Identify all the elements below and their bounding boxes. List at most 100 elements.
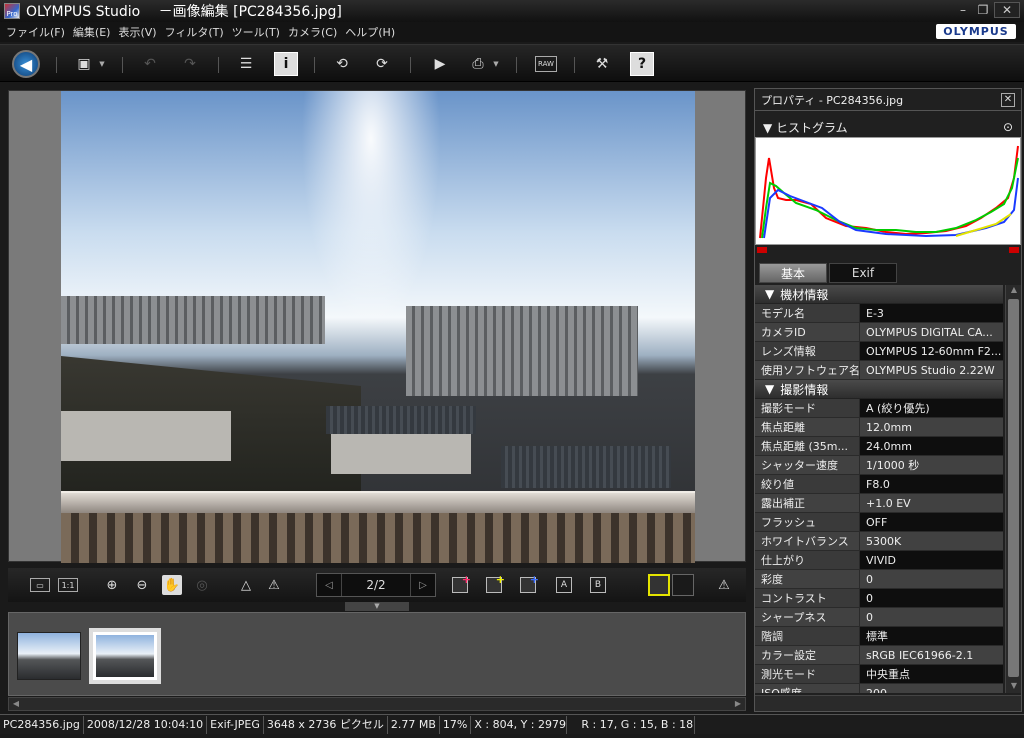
property-row[interactable]: 焦点距離 12.0mm xyxy=(755,418,1003,437)
panel-close-icon[interactable]: ✕ xyxy=(1001,92,1015,107)
histogram-green xyxy=(761,157,1019,239)
highlight-warning-icon[interactable]: △ xyxy=(236,575,256,595)
property-row[interactable]: シャッター速度 1/1000 秒 xyxy=(755,456,1003,475)
undo-icon[interactable]: ↶ xyxy=(138,52,162,76)
toolbar-separator xyxy=(410,57,411,73)
property-row[interactable]: 階調 標準 xyxy=(755,627,1003,646)
group-title: 機材情報 xyxy=(780,287,829,302)
menu-edit[interactable]: 編集(E) xyxy=(73,24,111,40)
thumbnail-1[interactable] xyxy=(17,632,81,680)
menu-help[interactable]: ヘルプ(H) xyxy=(345,24,395,40)
loupe-icon[interactable]: ◎ xyxy=(192,575,212,595)
property-row[interactable]: レンズ情報 OLYMPUS 12-60mm F2... xyxy=(755,342,1003,361)
raw-development-icon[interactable]: RAW xyxy=(535,56,557,72)
compare-b-button[interactable]: B xyxy=(590,577,606,593)
property-key: ホワイトバランス xyxy=(755,532,859,550)
menu-tools[interactable]: ツール(T) xyxy=(232,24,280,40)
scroll-left-arrow[interactable]: ◀ xyxy=(9,698,23,710)
mark-blue-icon[interactable]: + xyxy=(520,573,539,593)
previous-image-button[interactable]: ◁ xyxy=(317,580,341,591)
property-row[interactable]: 撮影モード A (絞り優先) xyxy=(755,399,1003,418)
property-row[interactable]: 使用ソフトウェア名 OLYMPUS Studio 2.22W xyxy=(755,361,1003,380)
property-value: A (絞り優先) xyxy=(859,399,1003,417)
property-row[interactable]: 彩度 0 xyxy=(755,570,1003,589)
scroll-right-arrow[interactable]: ▶ xyxy=(731,698,745,710)
shadow-warning-icon[interactable]: ⚠ xyxy=(264,575,284,595)
filmstrip xyxy=(8,612,746,696)
tab-basic[interactable]: 基本 xyxy=(759,263,827,283)
scroll-up-arrow[interactable]: ▲ xyxy=(1006,285,1022,297)
property-row[interactable]: シャープネス 0 xyxy=(755,608,1003,627)
scroll-down-arrow[interactable]: ▼ xyxy=(1006,681,1022,693)
histogram-graph xyxy=(759,145,1019,239)
zoom-in-icon[interactable]: ⊕ xyxy=(102,575,122,595)
property-key: 仕上がり xyxy=(755,551,859,569)
histogram-highlight-marker[interactable] xyxy=(1009,247,1019,253)
menu-filter[interactable]: フィルタ(T) xyxy=(165,24,224,40)
image-viewer[interactable] xyxy=(8,90,746,563)
menu-file[interactable]: ファイル(F) xyxy=(6,24,65,40)
save-icon[interactable]: ▣ xyxy=(72,52,96,76)
property-row[interactable]: 仕上がり VIVID xyxy=(755,551,1003,570)
tab-exif[interactable]: Exif xyxy=(829,263,897,283)
property-key: 絞り値 xyxy=(755,475,859,493)
property-row[interactable]: コントラスト 0 xyxy=(755,589,1003,608)
back-arrow-icon[interactable]: ◀ xyxy=(12,50,40,78)
main-toolbar: ◀ ▣ ▼ ↶ ↷ ☰ i ⟲ ⟳ ▶ ⎙ ▼ RAW ⚒ ? xyxy=(0,44,1024,82)
split-view-button[interactable] xyxy=(672,574,694,596)
photo-canvas[interactable] xyxy=(61,91,695,563)
print-dropdown-icon[interactable]: ▼ xyxy=(492,52,500,76)
property-row[interactable]: 測光モード 中央重点 xyxy=(755,665,1003,684)
histogram-options-icon[interactable]: ⊙ xyxy=(1003,120,1013,134)
collapse-filmstrip-icon[interactable]: ▼ xyxy=(345,602,409,611)
next-image-button[interactable]: ▷ xyxy=(411,580,435,591)
redo-icon[interactable]: ↷ xyxy=(178,52,202,76)
property-row[interactable]: 絞り値 F8.0 xyxy=(755,475,1003,494)
restore-button[interactable]: ❐ xyxy=(974,2,992,18)
property-row[interactable]: カメラID OLYMPUS DIGITAL CA... xyxy=(755,323,1003,342)
property-row[interactable]: フラッシュ OFF xyxy=(755,513,1003,532)
histogram-section-header[interactable]: ▼ ヒストグラム ⊙ xyxy=(755,117,1021,137)
actual-size-button[interactable]: 1:1 xyxy=(58,578,78,592)
hand-tool-icon[interactable]: ✋ xyxy=(162,575,182,595)
thumbnail-2[interactable] xyxy=(89,628,161,684)
group-shooting-info[interactable]: ▼ 撮影情報 xyxy=(755,380,1003,399)
print-icon[interactable]: ⎙ xyxy=(466,52,490,76)
slideshow-icon[interactable]: ▶ xyxy=(428,52,452,76)
property-row[interactable]: モデル名 E-3 xyxy=(755,304,1003,323)
info-icon[interactable]: i xyxy=(274,52,298,76)
help-icon[interactable]: ? xyxy=(630,52,654,76)
property-value: 標準 xyxy=(859,627,1003,645)
close-button[interactable]: ✕ xyxy=(994,2,1020,18)
properties-tabs: 基本 Exif xyxy=(759,263,1021,283)
property-row[interactable]: 焦点距離 (35m... 24.0mm xyxy=(755,437,1003,456)
panel-horizontal-scrollbar[interactable] xyxy=(755,695,1021,711)
property-row[interactable]: 露出補正 +1.0 EV xyxy=(755,494,1003,513)
photo-railing xyxy=(61,491,695,513)
properties-scrollbar[interactable]: ▲ ▼ xyxy=(1005,285,1021,693)
histogram-shadow-marker[interactable] xyxy=(757,247,767,253)
compare-a-button[interactable]: A xyxy=(556,577,572,593)
tools-icon[interactable]: ⚒ xyxy=(590,52,614,76)
rotate-left-icon[interactable]: ⟲ xyxy=(330,52,354,76)
save-dropdown-icon[interactable]: ▼ xyxy=(98,52,106,76)
zoom-out-icon[interactable]: ⊖ xyxy=(132,575,152,595)
rotate-right-icon[interactable]: ⟳ xyxy=(370,52,394,76)
menu-view[interactable]: 表示(V) xyxy=(118,24,156,40)
property-row[interactable]: ホワイトバランス 5300K xyxy=(755,532,1003,551)
warning-icon[interactable]: ⚠ xyxy=(714,575,734,595)
mark-red-icon[interactable]: + xyxy=(452,573,471,593)
property-row[interactable]: カラー設定 sRGB IEC61966-2.1 xyxy=(755,646,1003,665)
page-navigator: ◁ 2/2 ▷ xyxy=(316,573,436,597)
fit-to-window-button[interactable]: ▭ xyxy=(30,578,50,592)
property-value: F8.0 xyxy=(859,475,1003,493)
minimize-button[interactable]: – xyxy=(954,2,972,18)
list-view-icon[interactable]: ☰ xyxy=(234,52,258,76)
property-row[interactable]: ISO感度200 xyxy=(755,684,1003,693)
mark-yellow-icon[interactable]: + xyxy=(486,573,505,593)
filmstrip-scrollbar[interactable]: ◀ ▶ xyxy=(8,697,746,711)
single-view-button[interactable] xyxy=(648,574,670,596)
menu-camera[interactable]: カメラ(C) xyxy=(288,24,337,40)
group-equipment-info[interactable]: ▼ 機材情報 xyxy=(755,285,1003,304)
scrollbar-thumb[interactable] xyxy=(1008,299,1019,677)
